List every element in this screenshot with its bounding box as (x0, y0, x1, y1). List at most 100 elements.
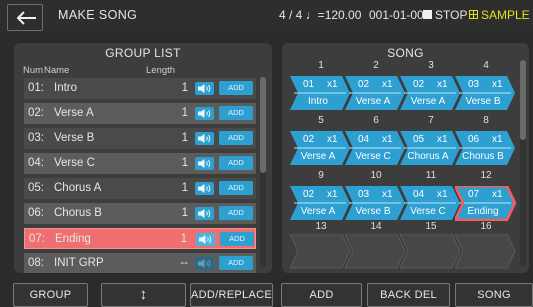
back-arrow-icon (16, 11, 36, 25)
tempo-display: 4 / 4 ♩=120.00 (279, 8, 362, 22)
song-slot[interactable]: 04 x1 Verse C (345, 131, 407, 165)
group-button[interactable]: GROUP (13, 283, 88, 307)
song-slot[interactable]: 06 x1 Chorus B (455, 131, 517, 165)
bar-number: 14 (370, 221, 382, 232)
bar-number: 9 (318, 170, 324, 181)
slot-group-name: Chorus B (462, 151, 504, 162)
speaker-icon[interactable] (195, 132, 214, 145)
sample-pad-indicator: SAMPLE PAD (469, 8, 533, 22)
group-length: 1 (181, 82, 188, 94)
slot-group-num: 05 (413, 134, 425, 145)
group-row[interactable]: 01: Intro 1 ADD (24, 78, 256, 99)
slot-group-num: 02 (413, 79, 425, 90)
song-slot[interactable]: 02 x1 Verse A (290, 186, 352, 220)
song-slot-empty[interactable] (400, 234, 462, 269)
group-list-scrollbar[interactable] (260, 77, 266, 267)
speaker-icon[interactable] (195, 82, 214, 95)
move-button[interactable]: ↕ (101, 283, 186, 307)
slot-group-num: 02 (303, 134, 315, 145)
group-name: Verse A (54, 107, 94, 119)
slot-repeat: x1 (492, 134, 503, 145)
slot-repeat: x1 (327, 134, 338, 145)
slot-group-num: 06 (468, 134, 480, 145)
group-row[interactable]: 04: Verse C 1 ADD (24, 153, 256, 174)
song-slot[interactable]: 02 x1 Verse A (290, 131, 352, 165)
song-slot[interactable]: 02 x1 Verse A (345, 76, 407, 110)
slot-repeat: x1 (327, 79, 338, 90)
slot-repeat: x1 (327, 189, 338, 200)
bar-number: 15 (425, 221, 437, 232)
bar-number: 5 (318, 115, 324, 126)
slot-repeat: x1 (437, 134, 448, 145)
speaker-icon[interactable] (195, 107, 214, 120)
group-row[interactable]: 08: INIT GRP -- ADD (24, 253, 256, 273)
speaker-icon[interactable] (195, 207, 214, 220)
song-slot[interactable]: 01 x1 Intro (290, 76, 352, 110)
add-group-button[interactable]: ADD (219, 156, 253, 170)
group-name: Ending (55, 233, 91, 245)
bar-number: 13 (315, 221, 327, 232)
song-scroll-thumb[interactable] (520, 60, 526, 140)
song-button[interactable]: SONG (455, 283, 533, 307)
bar-number: 2 (373, 60, 379, 71)
group-row[interactable]: 06: Chorus B 1 ADD (24, 203, 256, 224)
group-num: 02: (28, 107, 44, 119)
add-group-button[interactable]: ADD (219, 181, 253, 195)
slot-group-num: 02 (358, 79, 370, 90)
slot-group-num: 04 (413, 189, 425, 200)
speaker-icon[interactable] (196, 233, 215, 246)
slot-repeat: x1 (437, 189, 448, 200)
song-slot[interactable]: 07 x1 Ending (455, 186, 517, 221)
add-replace-button[interactable]: ADD/REPLACE (190, 283, 273, 307)
add-group-button[interactable]: ADD (219, 131, 253, 145)
song-slot[interactable]: 05 x1 Chorus A (400, 131, 462, 165)
add-group-button[interactable]: ADD (219, 256, 253, 270)
group-length: 1 (181, 107, 188, 119)
group-row[interactable]: 07: Ending 1 ADD (24, 228, 256, 249)
song-slot-empty[interactable] (290, 234, 352, 269)
group-num: 05: (28, 182, 44, 194)
speaker-icon[interactable] (195, 257, 214, 270)
slot-group-num: 03 (468, 79, 480, 90)
song-slot-empty[interactable] (345, 234, 407, 269)
group-length: 1 (181, 132, 188, 144)
speaker-icon[interactable] (195, 157, 214, 170)
add-group-button[interactable]: ADD (219, 81, 253, 95)
group-row[interactable]: 05: Chorus A 1 ADD (24, 178, 256, 199)
bar-number: 7 (428, 115, 434, 126)
slot-group-name: Verse A (355, 96, 391, 107)
song-title: SONG (387, 46, 424, 60)
slot-group-name: Verse C (355, 151, 391, 162)
song-scrollbar[interactable] (520, 60, 526, 266)
group-length: 1 (181, 182, 188, 194)
song-slot[interactable]: 04 x1 Verse C (400, 186, 462, 220)
group-num: 06: (28, 207, 44, 219)
speaker-icon[interactable] (195, 182, 214, 195)
group-name: Chorus A (54, 182, 102, 194)
col-num-header: Num (23, 65, 44, 76)
song-slot[interactable]: 03 x1 Verse B (455, 76, 517, 110)
add-button[interactable]: ADD (281, 283, 362, 307)
transport-status: STOP (423, 8, 467, 22)
group-list-scroll-thumb[interactable] (260, 77, 266, 173)
add-group-button[interactable]: ADD (219, 106, 253, 120)
song-slot[interactable]: 02 x1 Verse A (400, 76, 462, 110)
group-list-panel: GROUP LIST Num Name Length 01: Intro 1 ADD 0… (14, 43, 272, 273)
group-length: 1 (180, 233, 187, 245)
stop-square-icon (423, 10, 432, 19)
bar-number: 16 (480, 221, 492, 232)
group-length: -- (180, 257, 188, 269)
song-slot-empty[interactable] (455, 234, 517, 269)
add-group-button[interactable]: ADD (219, 206, 253, 220)
back-button[interactable] (7, 4, 43, 31)
slot-group-num: 01 (303, 79, 315, 90)
song-slot[interactable]: 03 x1 Verse B (345, 186, 407, 220)
back-del-button[interactable]: BACK DEL (367, 283, 450, 307)
col-length-header: Length (146, 65, 176, 76)
group-name: Intro (54, 82, 78, 94)
group-row[interactable]: 02: Verse A 1 ADD (24, 103, 256, 124)
bar-number: 6 (373, 115, 379, 126)
group-row[interactable]: 03: Verse B 1 ADD (24, 128, 256, 149)
add-group-button[interactable]: ADD (220, 232, 254, 246)
group-name: Verse B (54, 132, 95, 144)
